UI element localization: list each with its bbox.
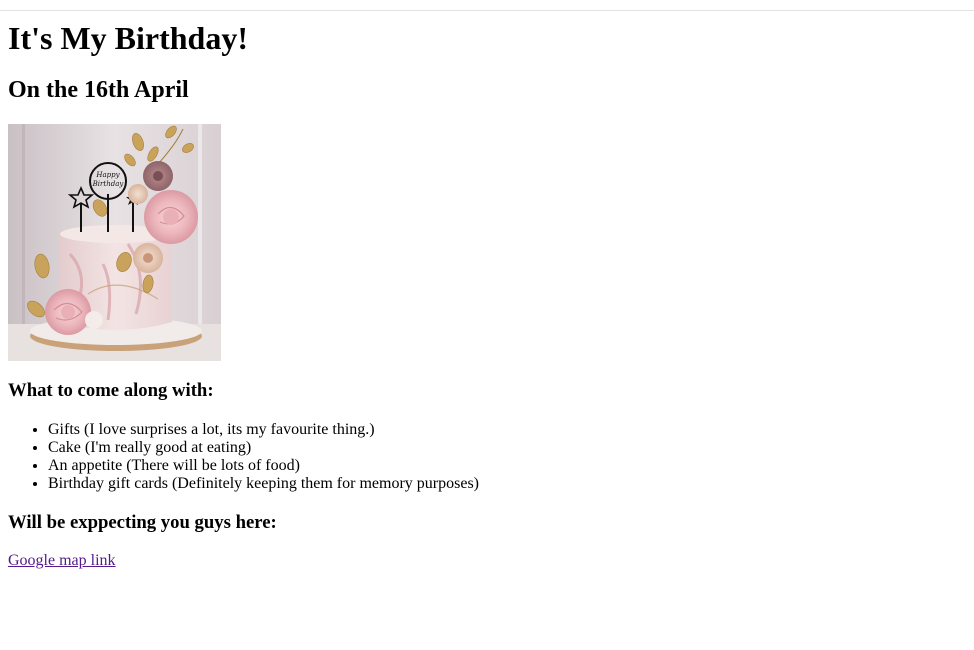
page-title: It's My Birthday! bbox=[8, 20, 248, 56]
bring-list: Gifts (I love surprises a lot, its my fa… bbox=[8, 421, 479, 493]
list-item: Birthday gift cards (Definitely keeping … bbox=[48, 475, 479, 493]
page-subtitle: On the 16th April bbox=[8, 77, 189, 103]
google-map-link[interactable]: Google map link bbox=[8, 552, 116, 570]
bring-section-heading: What to come along with: bbox=[8, 380, 214, 401]
birthday-cake-image: Happy Birthday bbox=[8, 124, 221, 361]
list-item: Gifts (I love surprises a lot, its my fa… bbox=[48, 421, 479, 439]
list-item: Cake (I'm really good at eating) bbox=[48, 439, 479, 457]
list-item: An appetite (There will be lots of food) bbox=[48, 457, 479, 475]
cake-topper-text-birthday: Birthday bbox=[92, 180, 125, 188]
browser-top-divider bbox=[0, 10, 974, 11]
cake-topper-text-happy: Happy bbox=[95, 171, 120, 179]
location-section-heading: Will be exppecting you guys here: bbox=[8, 512, 277, 533]
